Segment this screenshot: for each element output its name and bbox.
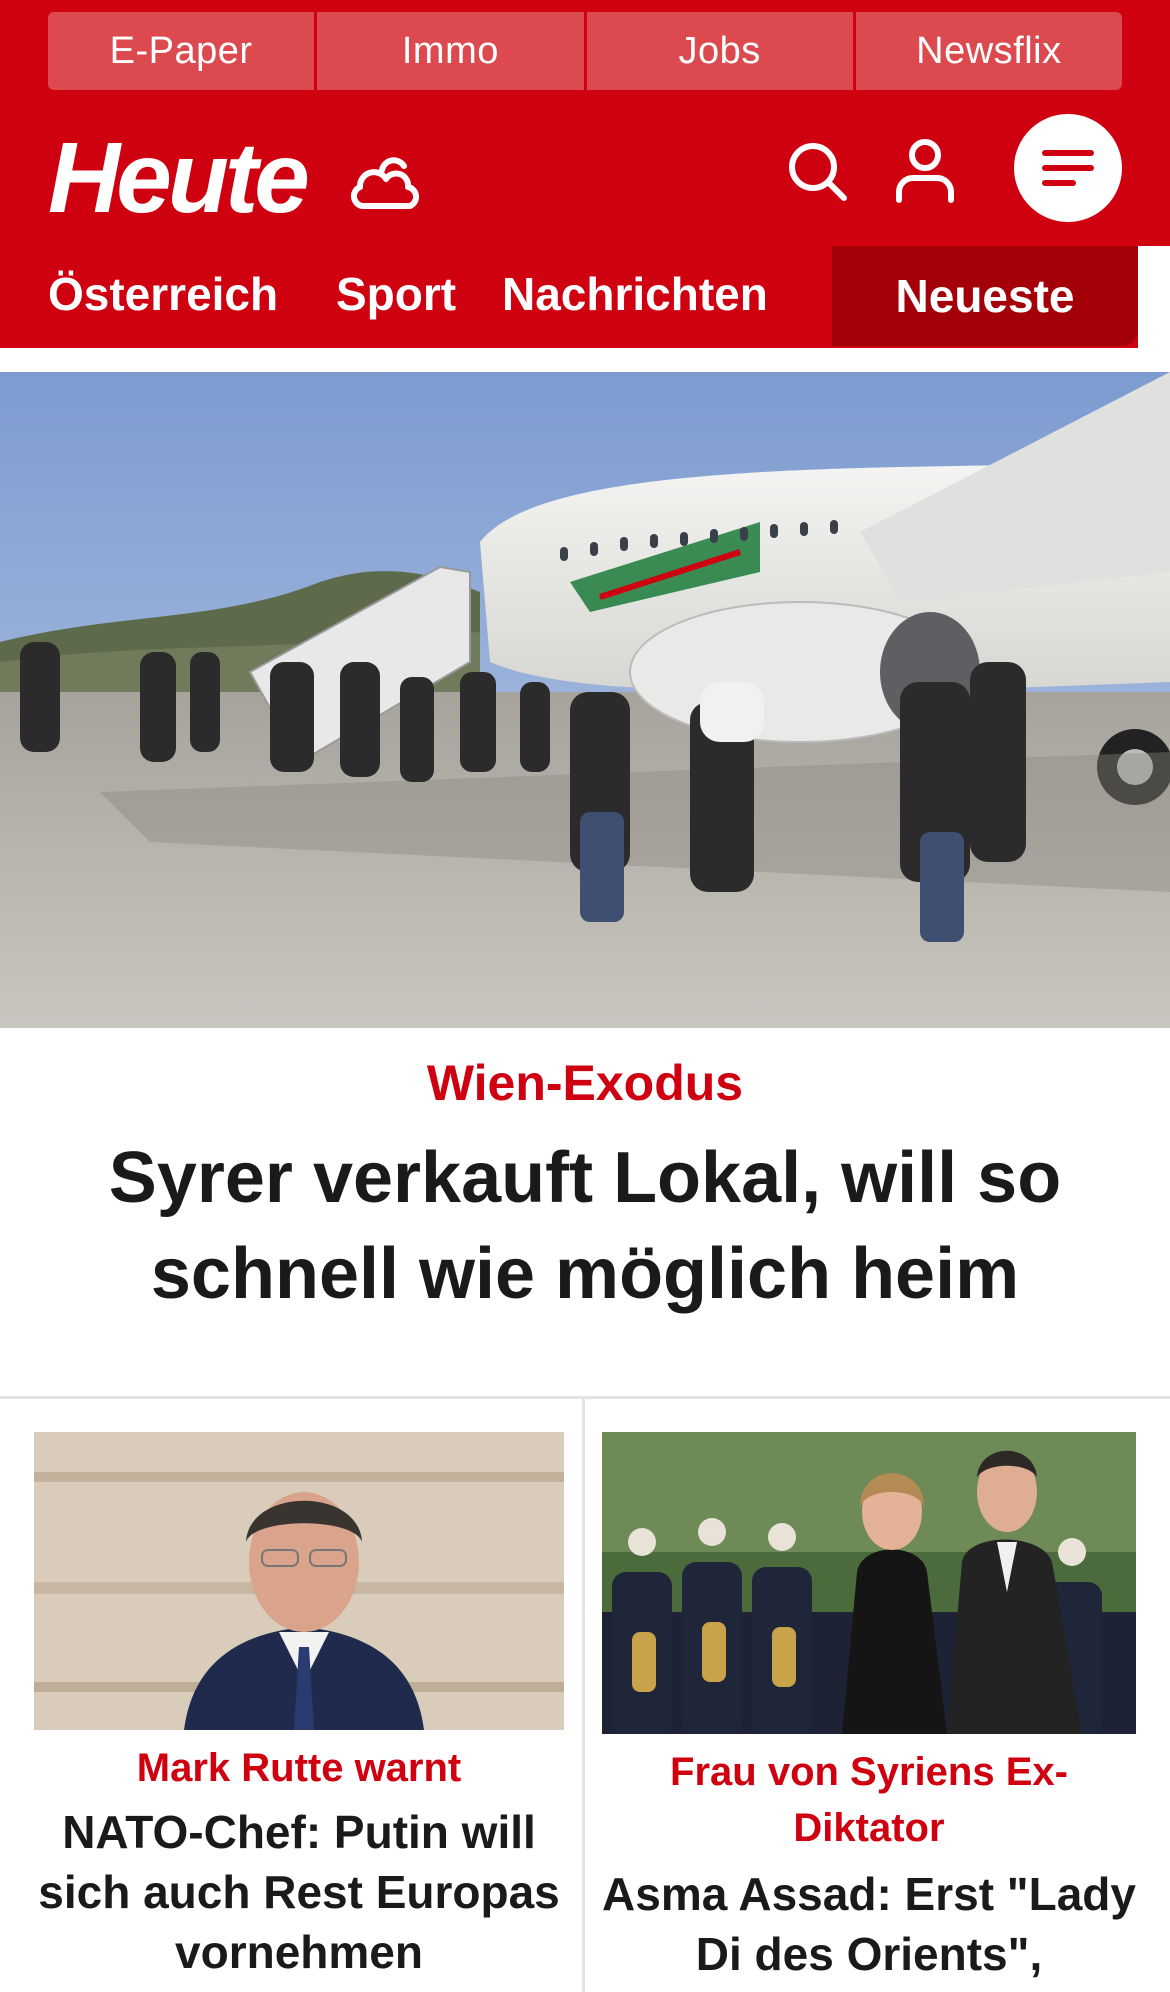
topbar-item-newsflix[interactable]: Newsflix <box>855 12 1122 90</box>
main-nav: Österreich Sport Nachrichten Neueste <box>0 246 1170 348</box>
user-icon[interactable] <box>894 138 956 204</box>
hero-kicker[interactable]: Wien-Exodus <box>0 1052 1170 1114</box>
topbar: E-Paper Immo Jobs Newsflix <box>48 12 1122 90</box>
card-kicker-rutte[interactable]: Mark Rutte warnt <box>34 1740 564 1796</box>
topbar-item-jobs[interactable]: Jobs <box>586 12 856 90</box>
menu-button[interactable] <box>1014 114 1122 222</box>
logo-row: Heute <box>0 110 1170 240</box>
nav-item-sport[interactable]: Sport <box>336 266 456 322</box>
hero-photo <box>0 372 1170 1028</box>
nav-item-neueste[interactable]: Neueste <box>832 246 1138 346</box>
header-edge <box>1138 246 1170 348</box>
search-icon[interactable] <box>786 140 850 204</box>
hero-title[interactable]: Syrer verkauft Lokal, will so schnell wi… <box>60 1130 1110 1322</box>
column-divider <box>582 1399 585 1992</box>
nav-item-oesterreich[interactable]: Österreich <box>48 266 278 322</box>
card-photo-assad <box>602 1432 1136 1734</box>
card-image-assad[interactable] <box>602 1432 1136 1734</box>
nav-item-nachrichten[interactable]: Nachrichten <box>502 266 768 322</box>
card-photo-rutte <box>34 1432 564 1730</box>
card-title-assad[interactable]: Asma Assad: Erst "Lady Di des Orients", <box>602 1864 1136 1984</box>
card-title-rutte[interactable]: NATO-Chef: Putin will sich auch Rest Eur… <box>28 1802 570 1982</box>
section-divider <box>0 1396 1170 1399</box>
card-image-rutte[interactable] <box>34 1432 564 1730</box>
hero-image[interactable] <box>0 372 1170 1028</box>
cloud-sun-icon[interactable] <box>346 150 422 216</box>
site-logo[interactable]: Heute <box>48 128 310 228</box>
card-kicker-assad[interactable]: Frau von Syriens Ex-Diktator <box>602 1744 1136 1856</box>
site-header: E-Paper Immo Jobs Newsflix Heute Österre… <box>0 0 1170 348</box>
hamburger-menu-icon <box>1042 150 1094 186</box>
topbar-item-epaper[interactable]: E-Paper <box>48 12 318 90</box>
topbar-item-immo[interactable]: Immo <box>317 12 587 90</box>
